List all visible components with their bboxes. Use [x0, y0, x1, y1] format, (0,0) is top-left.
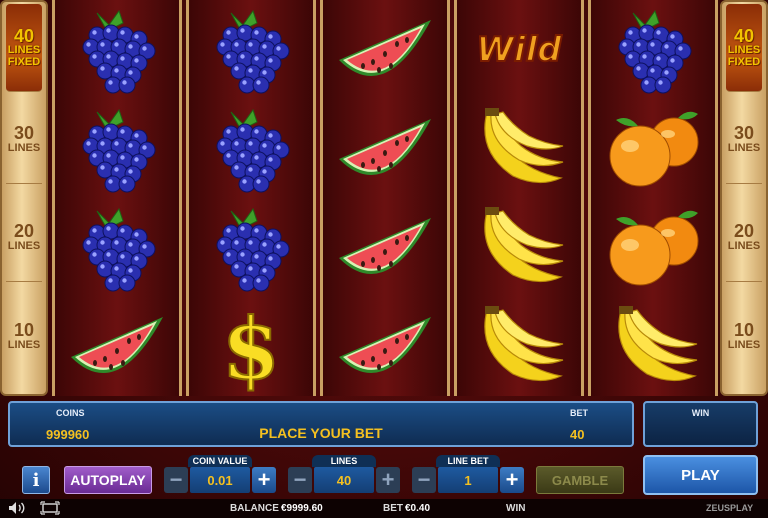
lines-text: LINES [727, 240, 761, 253]
lines-minus-button[interactable]: − [288, 467, 312, 493]
lines-text: LINES [7, 338, 41, 351]
svg-text:Wild: Wild [476, 30, 562, 70]
lines-count: 20 [733, 221, 755, 242]
fullscreen-icon[interactable] [40, 501, 60, 518]
watermelon-symbol [323, 297, 447, 396]
bet-label: BET [570, 408, 588, 418]
grapes-symbol [189, 198, 313, 297]
info-button[interactable]: i [22, 466, 50, 494]
play-button[interactable]: PLAY [643, 455, 758, 495]
lines-30-indicator: 30 LINES [6, 96, 42, 184]
coin-value-minus-button[interactable]: − [164, 467, 188, 493]
lines-40-indicator: 40 LINES FIXED [6, 4, 42, 92]
banana-symbol [457, 297, 581, 396]
lines-count: 20 [13, 221, 35, 242]
reel-4: Wild [454, 0, 584, 396]
coin-value-stepper: COIN VALUE − 0.01 + [164, 455, 276, 495]
lines-20-indicator: 20 LINES [6, 194, 42, 282]
win-panel: WIN [643, 401, 758, 447]
bet-value: 40 [570, 427, 585, 442]
grapes-symbol [55, 99, 179, 198]
lines-30-indicator: 30 LINES [726, 96, 762, 184]
grapes-symbol [55, 198, 179, 297]
lines-text: LINES [727, 142, 761, 155]
lines-label: LINES [312, 455, 376, 467]
zeusplay-logo: ZEUSPLAY [706, 503, 754, 513]
banana-symbol [457, 198, 581, 297]
watermelon-symbol [323, 99, 447, 198]
lines-10-indicator: 10 LINES [726, 292, 762, 380]
grapes-symbol [591, 0, 715, 99]
footer-bet-label: BET [383, 503, 403, 514]
coin-value-label: COIN VALUE [188, 455, 252, 467]
watermelon-symbol [323, 198, 447, 297]
lines-count: 40 [13, 25, 35, 46]
coins-label: COINS [56, 408, 85, 418]
lines-count: 10 [733, 319, 755, 340]
sound-icon[interactable] [8, 501, 26, 518]
autoplay-button[interactable]: AUTOPLAY [64, 466, 152, 494]
line-indicator-left: 40 LINES FIXED 30 LINES 20 LINES 10 LINE… [0, 0, 48, 396]
lines-count: 10 [13, 319, 35, 340]
slot-game: 40 LINES FIXED 30 LINES 20 LINES 10 LINE… [0, 0, 768, 518]
grapes-symbol [55, 0, 179, 99]
reel-3 [320, 0, 450, 396]
lines-text: LINES [7, 240, 41, 253]
lines-count: 30 [13, 123, 35, 144]
lines-10-indicator: 10 LINES [6, 292, 42, 380]
orange-symbol [591, 99, 715, 198]
coin-value-plus-button[interactable]: + [252, 467, 276, 493]
dollar-symbol: $ [189, 297, 313, 396]
bet-info-panel: COINS 999960 PLACE YOUR BET BET 40 [8, 401, 634, 447]
gamble-button[interactable]: GAMBLE [536, 466, 624, 494]
lines-count: 40 [733, 25, 755, 46]
banana-symbol [591, 297, 715, 396]
fixed-text: FIXED [7, 55, 41, 68]
grapes-symbol [189, 99, 313, 198]
wild-symbol: Wild [457, 0, 581, 99]
lines-20-indicator: 20 LINES [726, 194, 762, 282]
lines-text: LINES [727, 338, 761, 351]
lines-count: 30 [733, 123, 755, 144]
watermelon-symbol [323, 0, 447, 99]
orange-symbol [591, 198, 715, 297]
reel-2: $ [186, 0, 316, 396]
footer-bet-value: €0.40 [405, 503, 431, 514]
svg-text:$: $ [222, 302, 280, 392]
coin-value-display: 0.01 [190, 467, 250, 493]
status-message: PLACE YOUR BET [259, 425, 383, 441]
line-indicator-right: 40 LINES FIXED 30 LINES 20 LINES 10 LINE… [720, 0, 768, 396]
fixed-text: FIXED [727, 55, 761, 68]
line-bet-plus-button[interactable]: + [500, 467, 524, 493]
reel-1 [52, 0, 182, 396]
lines-40-indicator: 40 LINES FIXED [726, 4, 762, 92]
lines-display: 40 [314, 467, 374, 493]
lines-stepper: LINES − 40 + [288, 455, 400, 495]
reel-5 [588, 0, 718, 396]
banana-symbol [457, 99, 581, 198]
balance-label: BALANCE [230, 503, 279, 514]
lines-text: LINES [7, 142, 41, 155]
footer-bar: BALANCE €9999.60 BET €0.40 WIN ZEUSPLAY [0, 499, 768, 518]
watermelon-symbol [55, 297, 179, 396]
line-bet-stepper: LINE BET − 1 + [412, 455, 524, 495]
line-bet-minus-button[interactable]: − [412, 467, 436, 493]
footer-win-label: WIN [506, 503, 526, 514]
balance-value: €9999.60 [281, 503, 323, 514]
win-label: WIN [691, 408, 710, 418]
line-bet-label: LINE BET [436, 455, 500, 467]
line-bet-display: 1 [438, 467, 498, 493]
lines-plus-button[interactable]: + [376, 467, 400, 493]
grapes-symbol [189, 0, 313, 99]
